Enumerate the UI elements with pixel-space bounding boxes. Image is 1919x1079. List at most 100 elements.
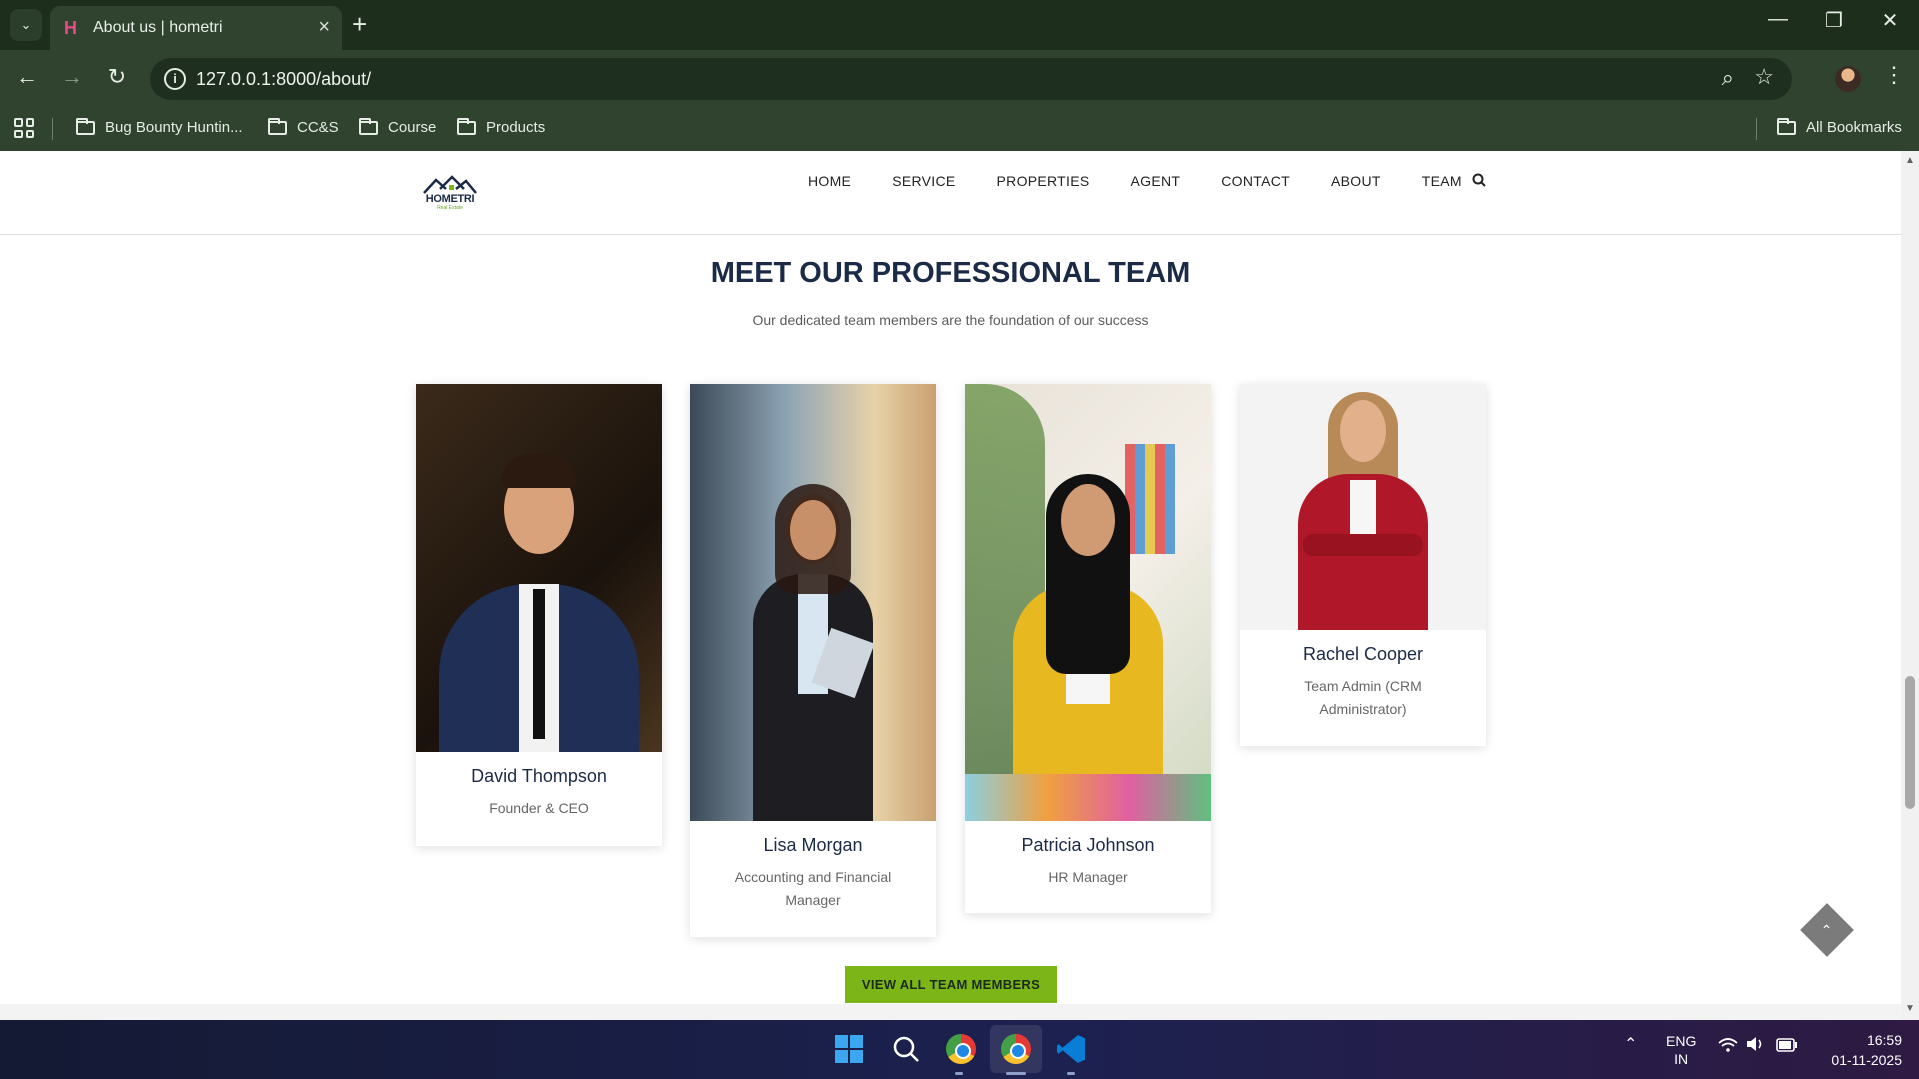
system-clock[interactable]: 16:59 01-11-2025 <box>1812 1030 1902 1070</box>
search-icon[interactable] <box>1472 173 1486 191</box>
chrome-icon[interactable] <box>944 1032 978 1066</box>
url-text[interactable]: 127.0.0.1:8000/about/ <box>196 69 371 90</box>
bookmark-item[interactable]: Course <box>359 117 437 136</box>
nav-about[interactable]: ABOUT <box>1331 173 1381 189</box>
back-to-top-button[interactable]: ⌃ <box>1800 903 1854 957</box>
nav-properties[interactable]: PROPERTIES <box>997 173 1090 189</box>
team-card[interactable]: Lisa Morgan Accounting and Financial Man… <box>690 384 936 937</box>
team-card[interactable]: David Thompson Founder & CEO <box>416 384 662 846</box>
nav-agent[interactable]: AGENT <box>1131 173 1181 189</box>
running-indicator <box>1067 1072 1075 1075</box>
chrome-icon[interactable] <box>999 1032 1033 1066</box>
star-icon[interactable]: ☆ <box>1754 64 1774 90</box>
clock-time: 16:59 <box>1866 1032 1902 1048</box>
site-header: HOMETRI Real Estate HOME SERVICE PROPERT… <box>0 151 1901 235</box>
region-label: IN <box>1674 1051 1689 1067</box>
tab-title: About us | hometri <box>93 19 223 36</box>
info-icon[interactable]: i <box>164 68 186 90</box>
divider <box>52 118 53 140</box>
vscode-icon[interactable] <box>1054 1032 1088 1066</box>
member-name: Patricia Johnson <box>1021 835 1155 855</box>
new-tab-button[interactable]: + <box>352 10 367 38</box>
tab-search-button[interactable]: ⌄ <box>10 9 42 41</box>
tab-active[interactable]: H About us | hometri × <box>50 6 342 50</box>
scrollbar-thumb[interactable] <box>1905 676 1915 809</box>
back-icon[interactable]: ← <box>12 64 42 90</box>
team-card[interactable]: Patricia Johnson HR Manager <box>965 384 1211 913</box>
main-nav: HOME SERVICE PROPERTIES AGENT CONTACT AB… <box>808 173 1503 189</box>
folder-icon <box>1777 117 1796 135</box>
wifi-icon[interactable] <box>1718 1038 1738 1055</box>
nav-contact[interactable]: CONTACT <box>1221 173 1290 189</box>
folder-icon <box>268 117 287 135</box>
page-footer-edge <box>0 1004 1901 1020</box>
folder-icon <box>359 117 378 135</box>
folder-icon <box>457 117 476 135</box>
search-icon[interactable] <box>889 1032 923 1066</box>
bookmark-item[interactable]: CC&S <box>268 117 339 136</box>
volume-icon[interactable] <box>1746 1036 1766 1055</box>
scroll-up-icon[interactable]: ▲ <box>1905 155 1915 166</box>
language-indicator[interactable]: ENG IN <box>1666 1032 1696 1068</box>
member-role: Accounting and Financial Manager <box>734 869 892 908</box>
all-bookmarks[interactable]: All Bookmarks <box>1777 117 1902 136</box>
bookmarks-bar: Bug Bounty Huntin... CC&S Course Product… <box>0 108 1919 151</box>
reload-icon[interactable]: ↻ <box>102 64 132 90</box>
logo-text: HOMETRI <box>425 193 475 205</box>
site-logo[interactable]: HOMETRI Real Estate <box>422 175 478 211</box>
chevron-down-icon: ⌄ <box>20 17 32 32</box>
restore-icon[interactable]: ❐ <box>1814 8 1854 33</box>
zoom-icon[interactable]: ⌕ <box>1722 65 1734 91</box>
forward-icon[interactable]: → <box>57 64 87 90</box>
close-window-icon[interactable]: ✕ <box>1870 8 1910 33</box>
browser-toolbar: ← → ↻ i 127.0.0.1:8000/about/ ⌕ ☆ ⋮ <box>0 50 1919 108</box>
member-role: Team Admin (CRM Administrator) <box>1304 678 1422 717</box>
address-bar[interactable]: i 127.0.0.1:8000/about/ ⌕ ☆ <box>150 58 1792 100</box>
active-indicator <box>1006 1072 1026 1075</box>
team-card[interactable]: Rachel Cooper Team Admin (CRM Administra… <box>1240 384 1486 746</box>
scroll-down-icon[interactable]: ▼ <box>1905 1003 1915 1014</box>
page-viewport: HOMETRI Real Estate HOME SERVICE PROPERT… <box>0 151 1901 1020</box>
lang-label: ENG <box>1666 1033 1697 1049</box>
bookmark-item[interactable]: Products <box>457 117 546 136</box>
logo-subtext: Real Estate <box>437 205 463 211</box>
team-photo <box>1240 384 1486 630</box>
chevron-up-icon: ⌃ <box>1821 921 1833 938</box>
house-logo-icon <box>423 175 477 194</box>
profile-avatar[interactable] <box>1835 66 1861 92</box>
team-photo <box>965 384 1211 821</box>
browser-tab-strip: ⌄ H About us | hometri × + — ❐ ✕ <box>0 0 1919 50</box>
all-bookmarks-label: All Bookmarks <box>1806 119 1902 136</box>
member-name: Lisa Morgan <box>763 835 863 855</box>
view-all-team-button[interactable]: VIEW ALL TEAM MEMBERS <box>845 966 1057 1003</box>
running-indicator <box>955 1072 963 1075</box>
clock-date: 01-11-2025 <box>1831 1052 1902 1068</box>
bookmark-label: Products <box>486 119 546 136</box>
team-photo <box>690 384 936 821</box>
page-scrollbar[interactable]: ▲ ▼ <box>1901 151 1919 1020</box>
minimize-icon[interactable]: — <box>1758 8 1798 31</box>
windows-icon[interactable] <box>832 1032 866 1066</box>
divider <box>1756 118 1757 140</box>
member-name: Rachel Cooper <box>1302 644 1424 664</box>
favicon-icon: H <box>64 17 77 38</box>
nav-home[interactable]: HOME <box>808 173 851 189</box>
kebab-icon[interactable]: ⋮ <box>1883 62 1905 88</box>
battery-icon[interactable] <box>1776 1038 1798 1055</box>
member-role: Founder & CEO <box>489 800 589 816</box>
close-icon[interactable]: × <box>318 16 330 39</box>
folder-icon <box>76 117 95 135</box>
nav-service[interactable]: SERVICE <box>892 173 955 189</box>
apps-icon[interactable] <box>14 118 34 138</box>
member-role: HR Manager <box>1048 869 1128 885</box>
team-photo <box>416 384 662 752</box>
member-name: David Thompson <box>471 766 607 786</box>
bookmark-label: CC&S <box>297 119 339 136</box>
bookmark-label: Bug Bounty Huntin... <box>105 119 243 136</box>
section-title: MEET OUR PROFESSIONAL TEAM <box>710 257 1191 289</box>
nav-team[interactable]: TEAM <box>1422 173 1462 189</box>
section-subtitle: Our dedicated team members are the found… <box>752 312 1149 328</box>
chevron-up-icon[interactable]: ⌃ <box>1624 1034 1637 1054</box>
bookmark-label: Course <box>388 119 437 136</box>
bookmark-item[interactable]: Bug Bounty Huntin... <box>76 117 243 136</box>
